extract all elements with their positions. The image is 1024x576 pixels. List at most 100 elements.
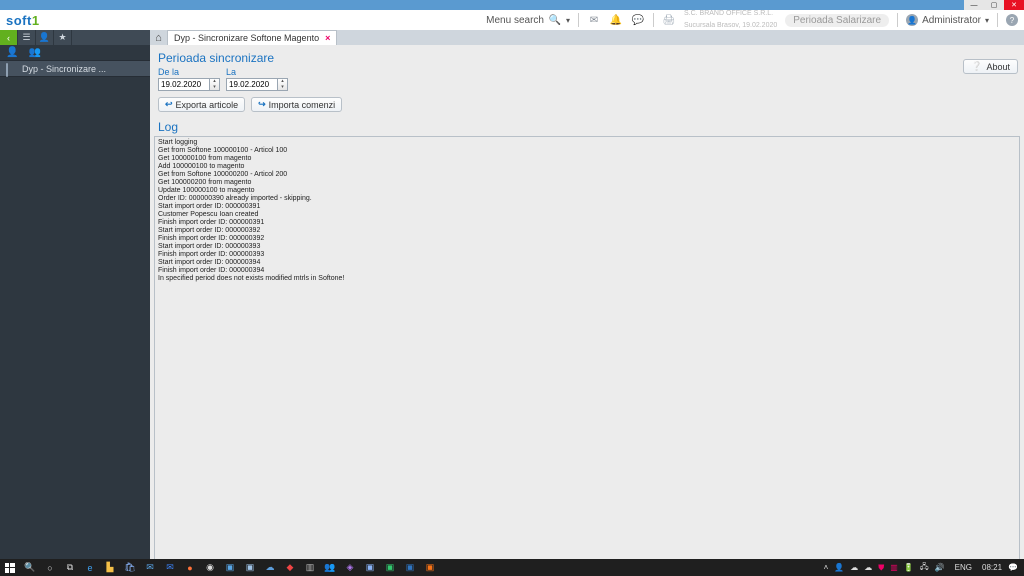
log-box[interactable]: Start logging Get from Softone 100000100… — [154, 136, 1020, 559]
tray-network-icon[interactable]: 🖧 — [920, 561, 929, 575]
print-icon[interactable]: 🖨 — [662, 13, 676, 27]
divider — [653, 13, 654, 27]
help-icon[interactable]: ? — [1006, 14, 1018, 26]
tray-language[interactable]: ENG — [951, 562, 976, 573]
log-content: Start logging Get from Softone 100000100… — [155, 137, 1019, 285]
close-button[interactable]: ✕ — [1004, 0, 1024, 10]
divider — [578, 13, 579, 27]
taskbar-app-icon[interactable]: ▣ — [380, 559, 400, 576]
tray-shield-icon[interactable]: ⛊ — [878, 563, 884, 573]
tray-cloud-icon[interactable]: ☁ — [850, 563, 858, 572]
main-panel: Perioada sincronizare ❔ About De la ▴▾ L… — [150, 45, 1024, 559]
date-from-spinner[interactable]: ▴▾ — [210, 78, 220, 91]
company-sub: Sucursala Brasov, 19.02.2020 — [684, 22, 777, 30]
taskbar-vs-icon[interactable]: ◈ — [340, 559, 360, 576]
help-icon: ❔ — [971, 61, 982, 72]
user-icon[interactable]: 👤 — [6, 47, 18, 58]
user-menu[interactable]: 👤 Administrator ▾ — [906, 14, 989, 26]
home-tab[interactable]: ⌂ — [150, 30, 168, 45]
taskbar-taskview-icon[interactable]: ⧉ — [60, 559, 80, 576]
tray-chevron-up-icon[interactable]: ˄ — [824, 563, 829, 572]
chat-icon[interactable]: 💬 — [631, 13, 645, 27]
arrow-in-icon: ↪ — [258, 99, 266, 110]
sidebar-toolbar: ‹ ☰ 👤 ★ — [0, 30, 150, 45]
taskbar-store-icon[interactable]: 🛍 — [120, 559, 140, 576]
sidebar-list-button[interactable]: ☰ — [18, 30, 36, 45]
tray-onedrive-icon[interactable]: ☁ — [864, 563, 872, 572]
tray-monitor-icon[interactable]: ▥ — [890, 563, 898, 572]
sidebar-collapse-button[interactable]: ‹ — [0, 30, 18, 45]
sidebar: 👤 👥 Dyp - Sincronizare ... — [0, 45, 150, 559]
taskbar-edge-icon[interactable]: e — [80, 559, 100, 576]
export-articles-button[interactable]: ↩ Exporta articole — [158, 97, 245, 112]
tab-title: Dyp - Sincronizare Softone Magento — [174, 33, 319, 43]
sidebar-header-icons: 👤 👥 — [0, 45, 150, 61]
taskbar-anydesk-icon[interactable]: ◆ — [280, 559, 300, 576]
chevron-down-icon: ▾ — [566, 16, 570, 25]
about-button[interactable]: ❔ About — [963, 59, 1018, 74]
app-bar: soft1 Menu search 🔍 ▾ ✉ 🔔 💬 🖨 S.C. BRAND… — [0, 10, 1024, 30]
tray-battery-icon[interactable]: 🔋 — [904, 563, 914, 572]
minimize-button[interactable]: — — [964, 0, 984, 10]
search-icon: 🔍 — [548, 13, 562, 27]
maximize-button[interactable]: ▢ — [984, 0, 1004, 10]
menu-search-label: Menu search — [486, 15, 544, 26]
taskbar-app-icon[interactable]: ▣ — [240, 559, 260, 576]
import-label: Importa comenzi — [269, 100, 336, 110]
date-to-input[interactable] — [226, 78, 278, 91]
user-icon: 👤 — [906, 14, 918, 26]
tab-close-icon[interactable]: × — [325, 33, 330, 43]
divider — [897, 13, 898, 27]
taskbar-teams-icon[interactable]: 👥 — [320, 559, 340, 576]
tab-strip: ⌂ Dyp - Sincronizare Softone Magento × — [150, 30, 1024, 45]
logo-text-a: soft — [6, 13, 32, 28]
taskbar-app-icon[interactable]: ☁ — [260, 559, 280, 576]
to-label: La — [226, 67, 288, 77]
tray-people-icon[interactable]: 👤 — [834, 563, 844, 572]
company-info: S.C. BRAND OFFICE S.R.L. Sucursala Braso… — [684, 10, 777, 30]
logo-text-b: 1 — [32, 13, 40, 28]
chevron-down-icon: ▾ — [985, 16, 989, 25]
taskbar-mail-icon[interactable]: ✉ — [140, 559, 160, 576]
taskbar-softone-icon[interactable]: ▣ — [400, 559, 420, 576]
import-orders-button[interactable]: ↪ Importa comenzi — [251, 97, 342, 112]
log-title: Log — [150, 118, 1024, 136]
taskbar-cortana-icon[interactable]: ○ — [40, 559, 60, 576]
taskbar-search-icon[interactable]: 🔍 — [20, 559, 40, 576]
taskbar-app-icon[interactable]: ▣ — [420, 559, 440, 576]
section-title: Perioada sincronizare — [150, 45, 1024, 67]
sidebar-star-button[interactable]: ★ — [54, 30, 72, 45]
export-label: Exporta articole — [176, 100, 239, 110]
users-icon[interactable]: 👥 — [28, 47, 40, 58]
document-icon — [6, 64, 16, 74]
company-name: S.C. BRAND OFFICE S.R.L. — [684, 10, 773, 18]
mail-icon[interactable]: ✉ — [587, 13, 601, 27]
date-from-input[interactable] — [158, 78, 210, 91]
taskbar-app-icon[interactable]: ▥ — [300, 559, 320, 576]
taskbar-explorer-icon[interactable]: ▙ — [100, 559, 120, 576]
bell-icon[interactable]: 🔔 — [609, 13, 623, 27]
period-pill[interactable]: Perioada Salarizare — [785, 14, 889, 27]
user-name: Administrator — [922, 15, 981, 26]
tray-clock[interactable]: 08:21 — [982, 563, 1002, 572]
app-logo: soft1 — [6, 13, 40, 28]
taskbar: 🔍 ○ ⧉ e ▙ 🛍 ✉ ✉ ● ◉ ▣ ▣ ☁ ◆ ▥ 👥 ◈ ▣ ▣ ▣ … — [0, 559, 1024, 576]
taskbar-thunderbird-icon[interactable]: ✉ — [160, 559, 180, 576]
tray-notifications-icon[interactable]: 💬 — [1008, 563, 1018, 572]
tray-volume-icon[interactable]: 🔊 — [935, 563, 945, 572]
sidebar-item-sync[interactable]: Dyp - Sincronizare ... — [0, 61, 150, 77]
from-label: De la — [158, 67, 220, 77]
taskbar-firefox-icon[interactable]: ● — [180, 559, 200, 576]
about-label: About — [986, 62, 1010, 72]
date-to-spinner[interactable]: ▴▾ — [278, 78, 288, 91]
taskbar-app-icon[interactable]: ▣ — [360, 559, 380, 576]
start-button[interactable] — [0, 559, 20, 576]
sidebar-user-button[interactable]: 👤 — [36, 30, 54, 45]
taskbar-app-icon[interactable]: ▣ — [220, 559, 240, 576]
divider — [997, 13, 998, 27]
tab-active[interactable]: Dyp - Sincronizare Softone Magento × — [168, 30, 337, 45]
menu-search[interactable]: Menu search 🔍 ▾ — [486, 13, 570, 27]
taskbar-chrome-icon[interactable]: ◉ — [200, 559, 220, 576]
arrow-out-icon: ↩ — [165, 99, 173, 110]
system-tray: ˄ 👤 ☁ ☁ ⛊ ▥ 🔋 🖧 🔊 ENG 08:21 💬 — [824, 561, 1024, 575]
